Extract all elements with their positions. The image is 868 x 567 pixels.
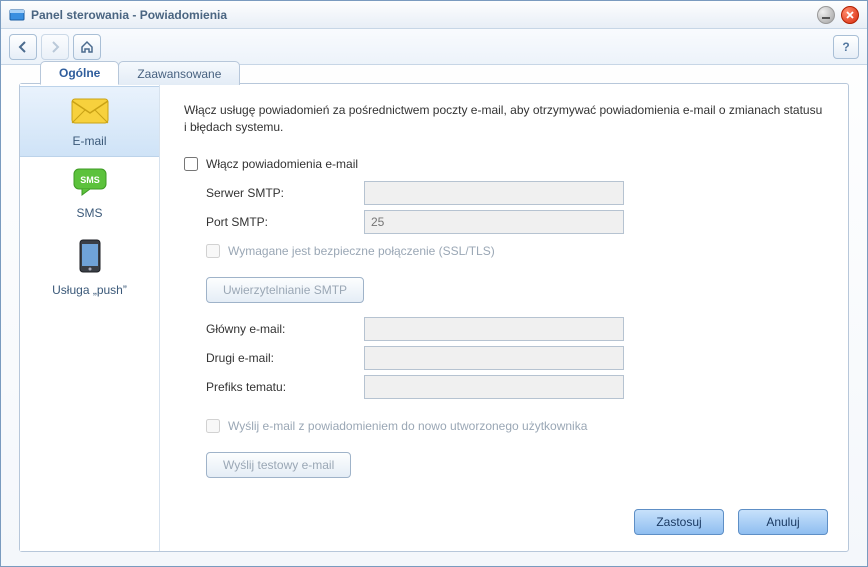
primary-email-input[interactable] <box>364 317 624 341</box>
window-title: Panel sterowania - Powiadomienia <box>31 8 227 22</box>
minimize-button[interactable] <box>817 6 835 24</box>
smtp-port-label: Port SMTP: <box>206 215 364 229</box>
sidebar: E-mail SMS SMS Usługa „push” <box>20 84 160 551</box>
intro-text: Włącz usługę powiadomień za pośrednictwe… <box>184 102 828 137</box>
enable-email-label: Włącz powiadomienia e-mail <box>206 157 358 171</box>
tab-general[interactable]: Ogólne <box>40 61 119 85</box>
back-button[interactable] <box>9 34 37 60</box>
cancel-button[interactable]: Anuluj <box>738 509 828 535</box>
sms-icon: SMS <box>72 167 108 200</box>
forward-button[interactable] <box>41 34 69 60</box>
smtp-port-input[interactable] <box>364 210 624 234</box>
sidebar-item-label: E-mail <box>24 134 155 148</box>
subject-prefix-label: Prefiks tematu: <box>206 380 364 394</box>
mobile-icon <box>78 238 102 277</box>
help-button[interactable]: ? <box>833 35 859 59</box>
sidebar-item-label: SMS <box>24 206 155 220</box>
notify-new-user-checkbox[interactable] <box>206 419 220 433</box>
mail-icon <box>70 97 110 128</box>
smtp-server-input[interactable] <box>364 181 624 205</box>
sidebar-item-email[interactable]: E-mail <box>20 86 159 157</box>
main-panel: Włącz usługę powiadomień za pośrednictwe… <box>160 84 848 551</box>
send-test-email-button[interactable]: Wyślij testowy e-mail <box>206 452 351 478</box>
sidebar-item-sms[interactable]: SMS SMS <box>20 157 159 228</box>
smtp-auth-button[interactable]: Uwierzytelnianie SMTP <box>206 277 364 303</box>
ssl-label: Wymagane jest bezpieczne połączenie (SSL… <box>228 244 495 258</box>
enable-email-checkbox[interactable] <box>184 157 198 171</box>
content-panel: Ogólne Zaawansowane E-mail SMS SMS <box>19 83 849 552</box>
sidebar-item-push[interactable]: Usługa „push” <box>20 228 159 305</box>
tab-general-label: Ogólne <box>59 66 100 80</box>
sidebar-item-label: Usługa „push” <box>24 283 155 297</box>
tab-advanced-label: Zaawansowane <box>137 67 221 81</box>
tab-advanced[interactable]: Zaawansowane <box>118 61 240 85</box>
smtp-server-label: Serwer SMTP: <box>206 186 364 200</box>
home-button[interactable] <box>73 34 101 60</box>
toolbar: ? <box>1 29 867 65</box>
primary-email-label: Główny e-mail: <box>206 322 364 336</box>
close-button[interactable] <box>841 6 859 24</box>
notify-new-user-label: Wyślij e-mail z powiadomieniem do nowo u… <box>228 419 587 433</box>
second-email-input[interactable] <box>364 346 624 370</box>
apply-button[interactable]: Zastosuj <box>634 509 724 535</box>
titlebar: Panel sterowania - Powiadomienia <box>1 1 867 29</box>
ssl-checkbox[interactable] <box>206 244 220 258</box>
help-icon: ? <box>842 40 849 54</box>
svg-text:SMS: SMS <box>80 175 100 185</box>
control-panel-window: Panel sterowania - Powiadomienia ? Ogóln… <box>0 0 868 567</box>
tab-strip: Ogólne Zaawansowane <box>40 61 239 85</box>
subject-prefix-input[interactable] <box>364 375 624 399</box>
footer-buttons: Zastosuj Anuluj <box>634 509 828 535</box>
window-icon <box>9 7 25 23</box>
second-email-label: Drugi e-mail: <box>206 351 364 365</box>
